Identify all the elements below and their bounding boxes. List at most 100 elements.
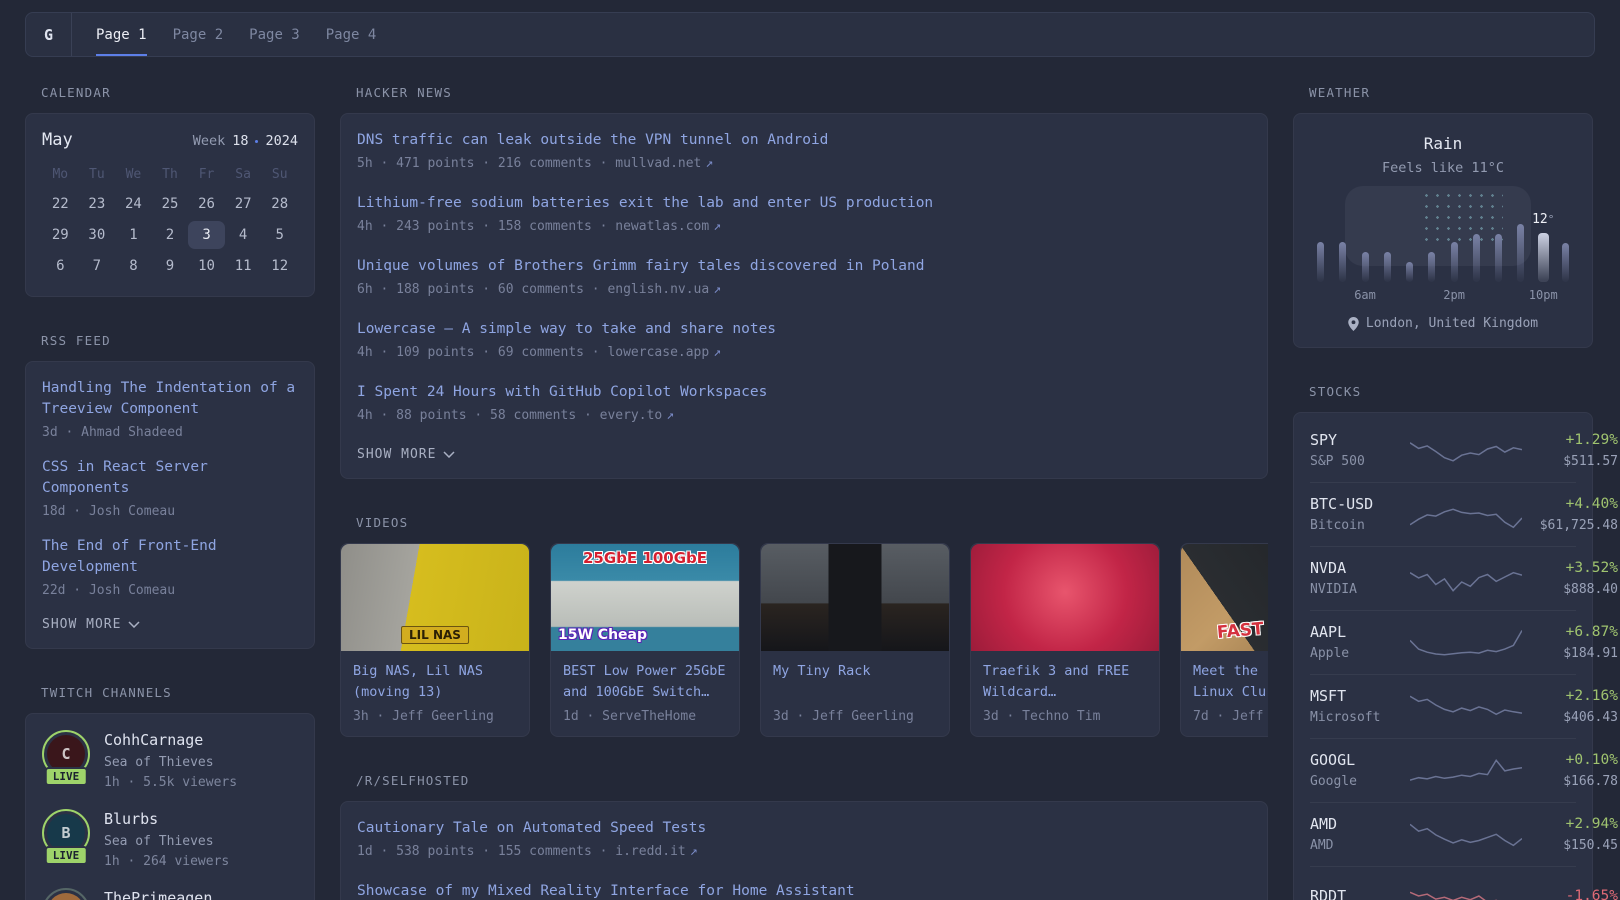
stock-row[interactable]: AAPL Apple +6.87% $184.91 [1310,610,1618,674]
stock-company: Google [1310,774,1357,789]
stock-id: AAPL Apple [1310,623,1410,662]
stock-ticker: MSFT [1310,687,1347,705]
rss-item-title[interactable]: Handling The Indentation of a Treeview C… [42,378,298,420]
stock-id: BTC-USD Bitcoin [1310,495,1410,534]
calendar-weekdays: Mo Tu We Th Fr Sa Su [42,166,298,190]
stock-ticker: AMD [1310,815,1338,833]
stock-values: +3.52% $888.40 [1522,559,1618,598]
stock-row[interactable]: MSFT Microsoft +2.16% $406.43 [1310,674,1618,738]
stock-row[interactable]: GOOGL Google +0.10% $166.78 [1310,738,1618,802]
stock-sparkline [1410,441,1522,462]
hackernews-item-title[interactable]: Lowercase – A simple way to take and sha… [357,319,1251,340]
hackernews-item: Unique volumes of Brothers Grimm fairy t… [357,256,1251,298]
stock-change: -1.65% [1565,887,1618,900]
weather-feels-like: Feels like 11°C [1382,160,1504,176]
weekday-label: Fr [198,167,215,182]
rss-item-meta: 22d · Josh Comeau [42,583,176,598]
weather-bar [1428,252,1436,282]
avatar-wrap: B LIVE [42,809,90,865]
rss-item-meta: 3d · Ahmad Shadeed [42,425,183,440]
reddit-item-title[interactable]: Showcase of my Mixed Reality Interface f… [357,881,1251,900]
stock-row[interactable]: SPY S&P 500 +1.29% $511.57 [1310,419,1618,482]
hackernews-item: Lithium-free sodium batteries exit the l… [357,193,1251,235]
stock-row[interactable]: BTC-USD Bitcoin +4.40% $61,725.48 [1310,482,1618,546]
page-tab[interactable]: Page 1 [96,13,147,56]
stock-price: $511.57 [1563,454,1618,469]
video-thumbnail[interactable]: 25GbE 100GbE 15W Cheap [551,544,739,651]
stock-company: S&P 500 [1310,454,1365,469]
stock-price: $184.91 [1563,646,1618,661]
video-thumbnail[interactable] [761,544,949,651]
stock-row[interactable]: RDDT -1.65% [1310,866,1618,900]
stock-company: Microsoft [1310,710,1381,725]
stock-change: +4.40% [1565,496,1618,512]
hackernews-show-more[interactable]: SHOW MORE [357,447,455,462]
video-card[interactable]: FAST Meet the Linux Clu 7d · Jeff Geerli… [1180,543,1268,737]
video-card[interactable]: 25GbE 100GbE 15W Cheap BEST Low Power 25G… [550,543,740,737]
video-title[interactable]: Big NAS, Lil NAS (moving 13) [353,661,517,703]
rss-show-more[interactable]: SHOW MORE [42,617,140,632]
stock-values: +1.29% $511.57 [1522,431,1618,470]
week-label: Week [192,133,226,149]
video-thumbnail[interactable]: FAST [1181,544,1268,651]
top-nav: G Page 1 Page 2 Page 3 Page 4 [25,12,1595,57]
twitch-channel[interactable]: B LIVE Blurbs Sea of Thieves 1h · 264 vi… [42,809,298,870]
live-badge: LIVE [44,846,88,865]
hackernews-item-title[interactable]: DNS traffic can leak outside the VPN tun… [357,130,1251,151]
avatar-initial: P [47,893,85,900]
rss-item-title[interactable]: The End of Front-End Development [42,536,298,578]
video-card[interactable]: My Tiny Rack 3d · Jeff Geerling [760,543,950,737]
video-title[interactable]: BEST Low Power 25GbE and 100GbE Switch… [563,661,727,703]
twitch-channel[interactable]: C LIVE CohhCarnage Sea of Thieves 1h · 5… [42,730,298,791]
stock-price: $888.40 [1563,582,1618,597]
calendar-day: 2 [165,227,175,243]
calendar-day: 26 [198,196,215,212]
hackernews-item-title[interactable]: I Spent 24 Hours with GitHub Copilot Wor… [357,382,1251,403]
video-meta: 1d · ServeTheHome [563,709,697,724]
page-tab[interactable]: Page 2 [173,13,224,56]
external-link-icon[interactable]: ↗ [690,844,698,859]
section-title-stocks: STOCKS [1309,384,1362,399]
stock-spark-wrap [1410,624,1522,662]
weather-bar [1472,234,1480,282]
hackernews-item-title[interactable]: Unique volumes of Brothers Grimm fairy t… [357,256,1251,277]
video-carousel[interactable]: LIL NAS Big NAS, Lil NAS (moving 13) 3h … [340,543,1268,737]
avatar-wrap: P [42,888,90,900]
video-card[interactable]: LIL NAS Big NAS, Lil NAS (moving 13) 3h … [340,543,530,737]
twitch-widget: TWITCH CHANNELS C LIVE CohhCarnage Sea o… [25,685,315,900]
stock-spark-wrap [1410,752,1522,790]
weekday-label: We [125,167,142,182]
video-thumbnail[interactable] [971,544,1159,651]
stock-values: +4.40% $61,725.48 [1522,495,1618,534]
chevron-down-icon [443,451,455,458]
hackernews-card: DNS traffic can leak outside the VPN tun… [340,113,1268,479]
page-tab[interactable]: Page 4 [326,13,377,56]
stock-row[interactable]: AMD AMD +2.94% $150.45 [1310,802,1618,866]
twitch-channel[interactable]: P ThePrimeagen [42,888,298,900]
stock-row[interactable]: NVDA NVIDIA +3.52% $888.40 [1310,546,1618,610]
video-card[interactable]: Traefik 3 and FREE Wildcard… 3d · Techno… [970,543,1160,737]
video-thumbnail[interactable]: LIL NAS [341,544,529,651]
page-tab[interactable]: Page 3 [249,13,300,56]
thumbnail-text: 25GbE 100GbE [583,549,707,567]
reddit-item-meta: 1d · 538 points · 155 comments · i.redd.… [357,843,1251,860]
rss-item-title[interactable]: CSS in React Server Components [42,457,298,499]
dot-separator [255,139,259,143]
calendar-widget: CALENDAR May Week 18 2024 Mo Tu We Th Fr Sa Su [25,85,315,297]
channel-name: ThePrimeagen [104,889,213,900]
stock-values: +2.16% $406.43 [1522,687,1618,726]
external-link-icon[interactable]: ↗ [713,282,721,297]
hackernews-item-title[interactable]: Lithium-free sodium batteries exit the l… [357,193,1251,214]
external-link-icon[interactable]: ↗ [666,408,674,423]
calendar-day: 27 [234,196,252,212]
external-link-icon[interactable]: ↗ [705,156,713,171]
reddit-item-title[interactable]: Cautionary Tale on Automated Speed Tests [357,818,1251,839]
video-title[interactable]: Meet the Linux Clu [1193,661,1268,703]
video-title[interactable]: My Tiny Rack [773,661,937,703]
external-link-icon[interactable]: ↗ [713,345,721,360]
video-title[interactable]: Traefik 3 and FREE Wildcard… [983,661,1147,703]
app-logo[interactable]: G [26,13,72,56]
stock-ticker: BTC-USD [1310,495,1374,513]
external-link-icon[interactable]: ↗ [713,219,721,234]
stock-spark-wrap [1410,688,1522,726]
